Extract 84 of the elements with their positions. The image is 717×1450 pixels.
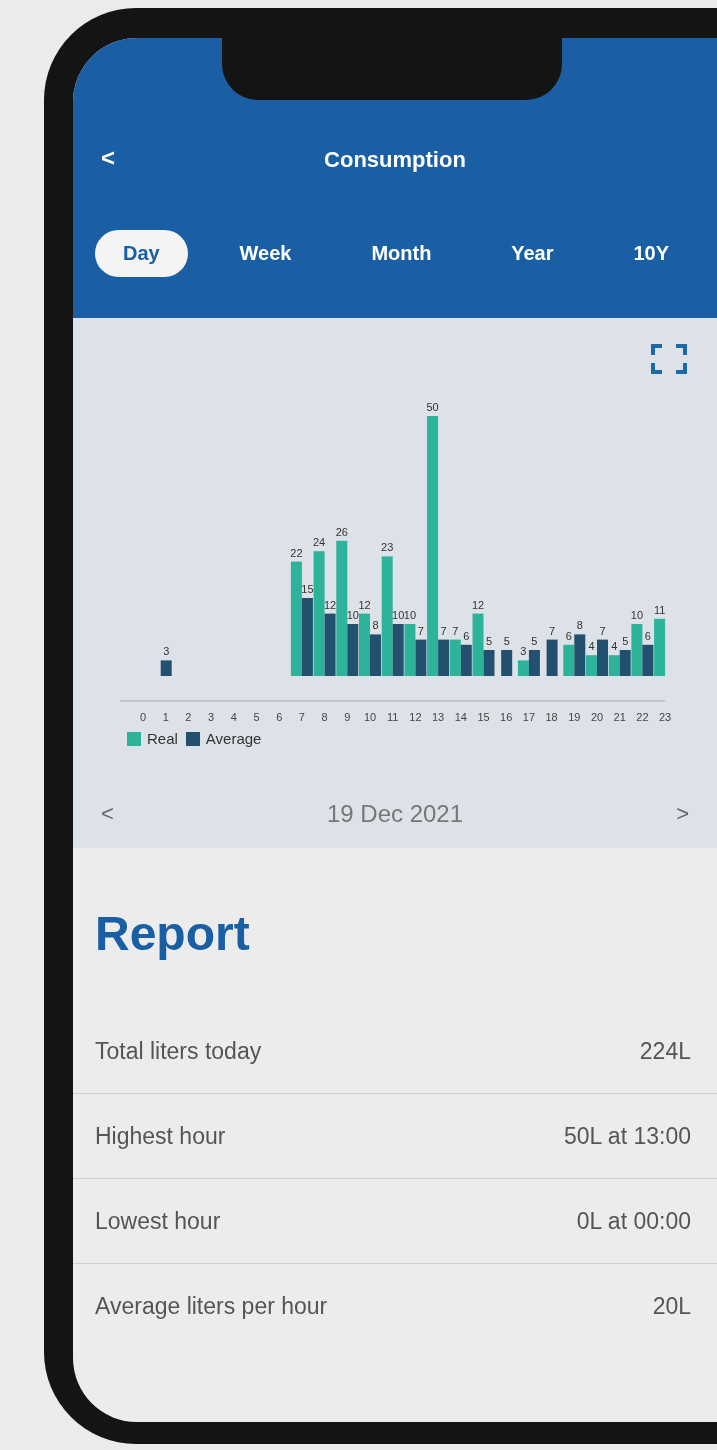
data-label: 24: [313, 536, 326, 549]
data-label: 22: [290, 546, 303, 559]
data-label: 26: [335, 525, 348, 538]
data-label: 10: [392, 609, 405, 621]
stat-label: Highest hour: [95, 1122, 226, 1150]
axis-label: 12: [409, 711, 422, 723]
data-label: 4: [588, 640, 595, 653]
axis-label: 20: [590, 711, 604, 723]
data-label: 5: [503, 635, 510, 647]
data-label: 5: [622, 635, 629, 647]
axis-label: 7: [298, 711, 305, 723]
data-label: 6: [463, 629, 470, 642]
screen-title: Consumption: [324, 147, 466, 173]
data-label: 6: [565, 629, 572, 642]
data-label: 8: [576, 619, 583, 632]
legend-label: Average: [205, 730, 262, 747]
data-label: 15: [301, 583, 314, 595]
axis-label: 3: [208, 711, 215, 723]
data-label: 6: [644, 629, 651, 642]
bar: [501, 650, 513, 676]
axis-label: 0: [139, 711, 147, 723]
axis-label: 2: [185, 711, 192, 723]
axis-label: 15: [477, 711, 490, 723]
data-label: 12: [358, 598, 371, 611]
axis-label: 14: [454, 711, 467, 723]
axis-label: 6: [276, 711, 283, 723]
axis-label: 8: [321, 711, 328, 723]
data-label: 10: [630, 609, 644, 621]
data-label: 4: [611, 640, 618, 653]
axis-label: 1: [162, 711, 169, 723]
stat-value: 20L: [652, 1292, 691, 1320]
stat-value: 0L at 00:00: [576, 1207, 691, 1235]
axis-label: 21: [613, 711, 626, 723]
axis-label: 19: [568, 711, 581, 723]
data-label: 3: [163, 645, 170, 658]
stat-label: Total liters today: [95, 1037, 262, 1065]
period-tab[interactable]: Year: [483, 230, 582, 277]
stat-value: 224L: [639, 1037, 691, 1065]
stat-value: 50L at 13:00: [563, 1122, 691, 1150]
data-label: 8: [372, 619, 379, 632]
axis-label: 4: [230, 711, 237, 723]
data-label: 12: [471, 598, 485, 611]
period-tab[interactable]: 10Y: [605, 230, 697, 277]
axis-label: 13: [432, 711, 445, 723]
bar: [546, 639, 558, 676]
stat-label: Lowest hour: [95, 1207, 221, 1235]
data-label: 7: [440, 624, 447, 637]
data-label: 10: [346, 609, 359, 621]
data-label: 23: [381, 541, 394, 554]
data-label: 50: [426, 401, 439, 413]
date-label: 19 Dec 2021: [326, 800, 464, 828]
bar: [404, 624, 416, 676]
data-label: 5: [531, 635, 538, 647]
axis-label: 17: [522, 711, 536, 723]
data-label: 11: [653, 603, 666, 616]
bar: [563, 644, 575, 676]
data-label: 12: [324, 598, 337, 611]
data-label: 7: [549, 624, 556, 637]
axis-label: 18: [545, 711, 558, 723]
report-heading: Report: [94, 906, 251, 961]
axis-label: 9: [344, 711, 351, 723]
axis-label: 11: [387, 711, 399, 723]
data-label: 7: [417, 624, 424, 637]
fullscreen-icon[interactable]: [651, 344, 687, 374]
data-label: 5: [485, 635, 493, 647]
data-label: 3: [520, 645, 527, 658]
bar: [160, 660, 172, 676]
axis-label: 22: [636, 711, 649, 723]
data-label: 7: [599, 624, 606, 637]
stat-label: Average liters per hour: [95, 1292, 328, 1320]
data-label: 10: [403, 609, 416, 621]
period-tab[interactable]: Week: [211, 230, 320, 277]
axis-label: 16: [500, 711, 513, 723]
period-tab[interactable]: Month: [343, 230, 460, 277]
back-button[interactable]: <: [95, 144, 121, 172]
bar: [449, 639, 461, 676]
axis-label: 23: [658, 711, 672, 723]
data-label: 7: [452, 624, 459, 637]
axis-label: 5: [253, 711, 260, 723]
axis-label: 10: [363, 711, 377, 723]
legend-label: Real: [147, 730, 178, 747]
next-day-button[interactable]: >: [668, 797, 697, 831]
previous-day-button[interactable]: <: [93, 797, 122, 831]
period-tab[interactable]: Day: [95, 230, 188, 277]
